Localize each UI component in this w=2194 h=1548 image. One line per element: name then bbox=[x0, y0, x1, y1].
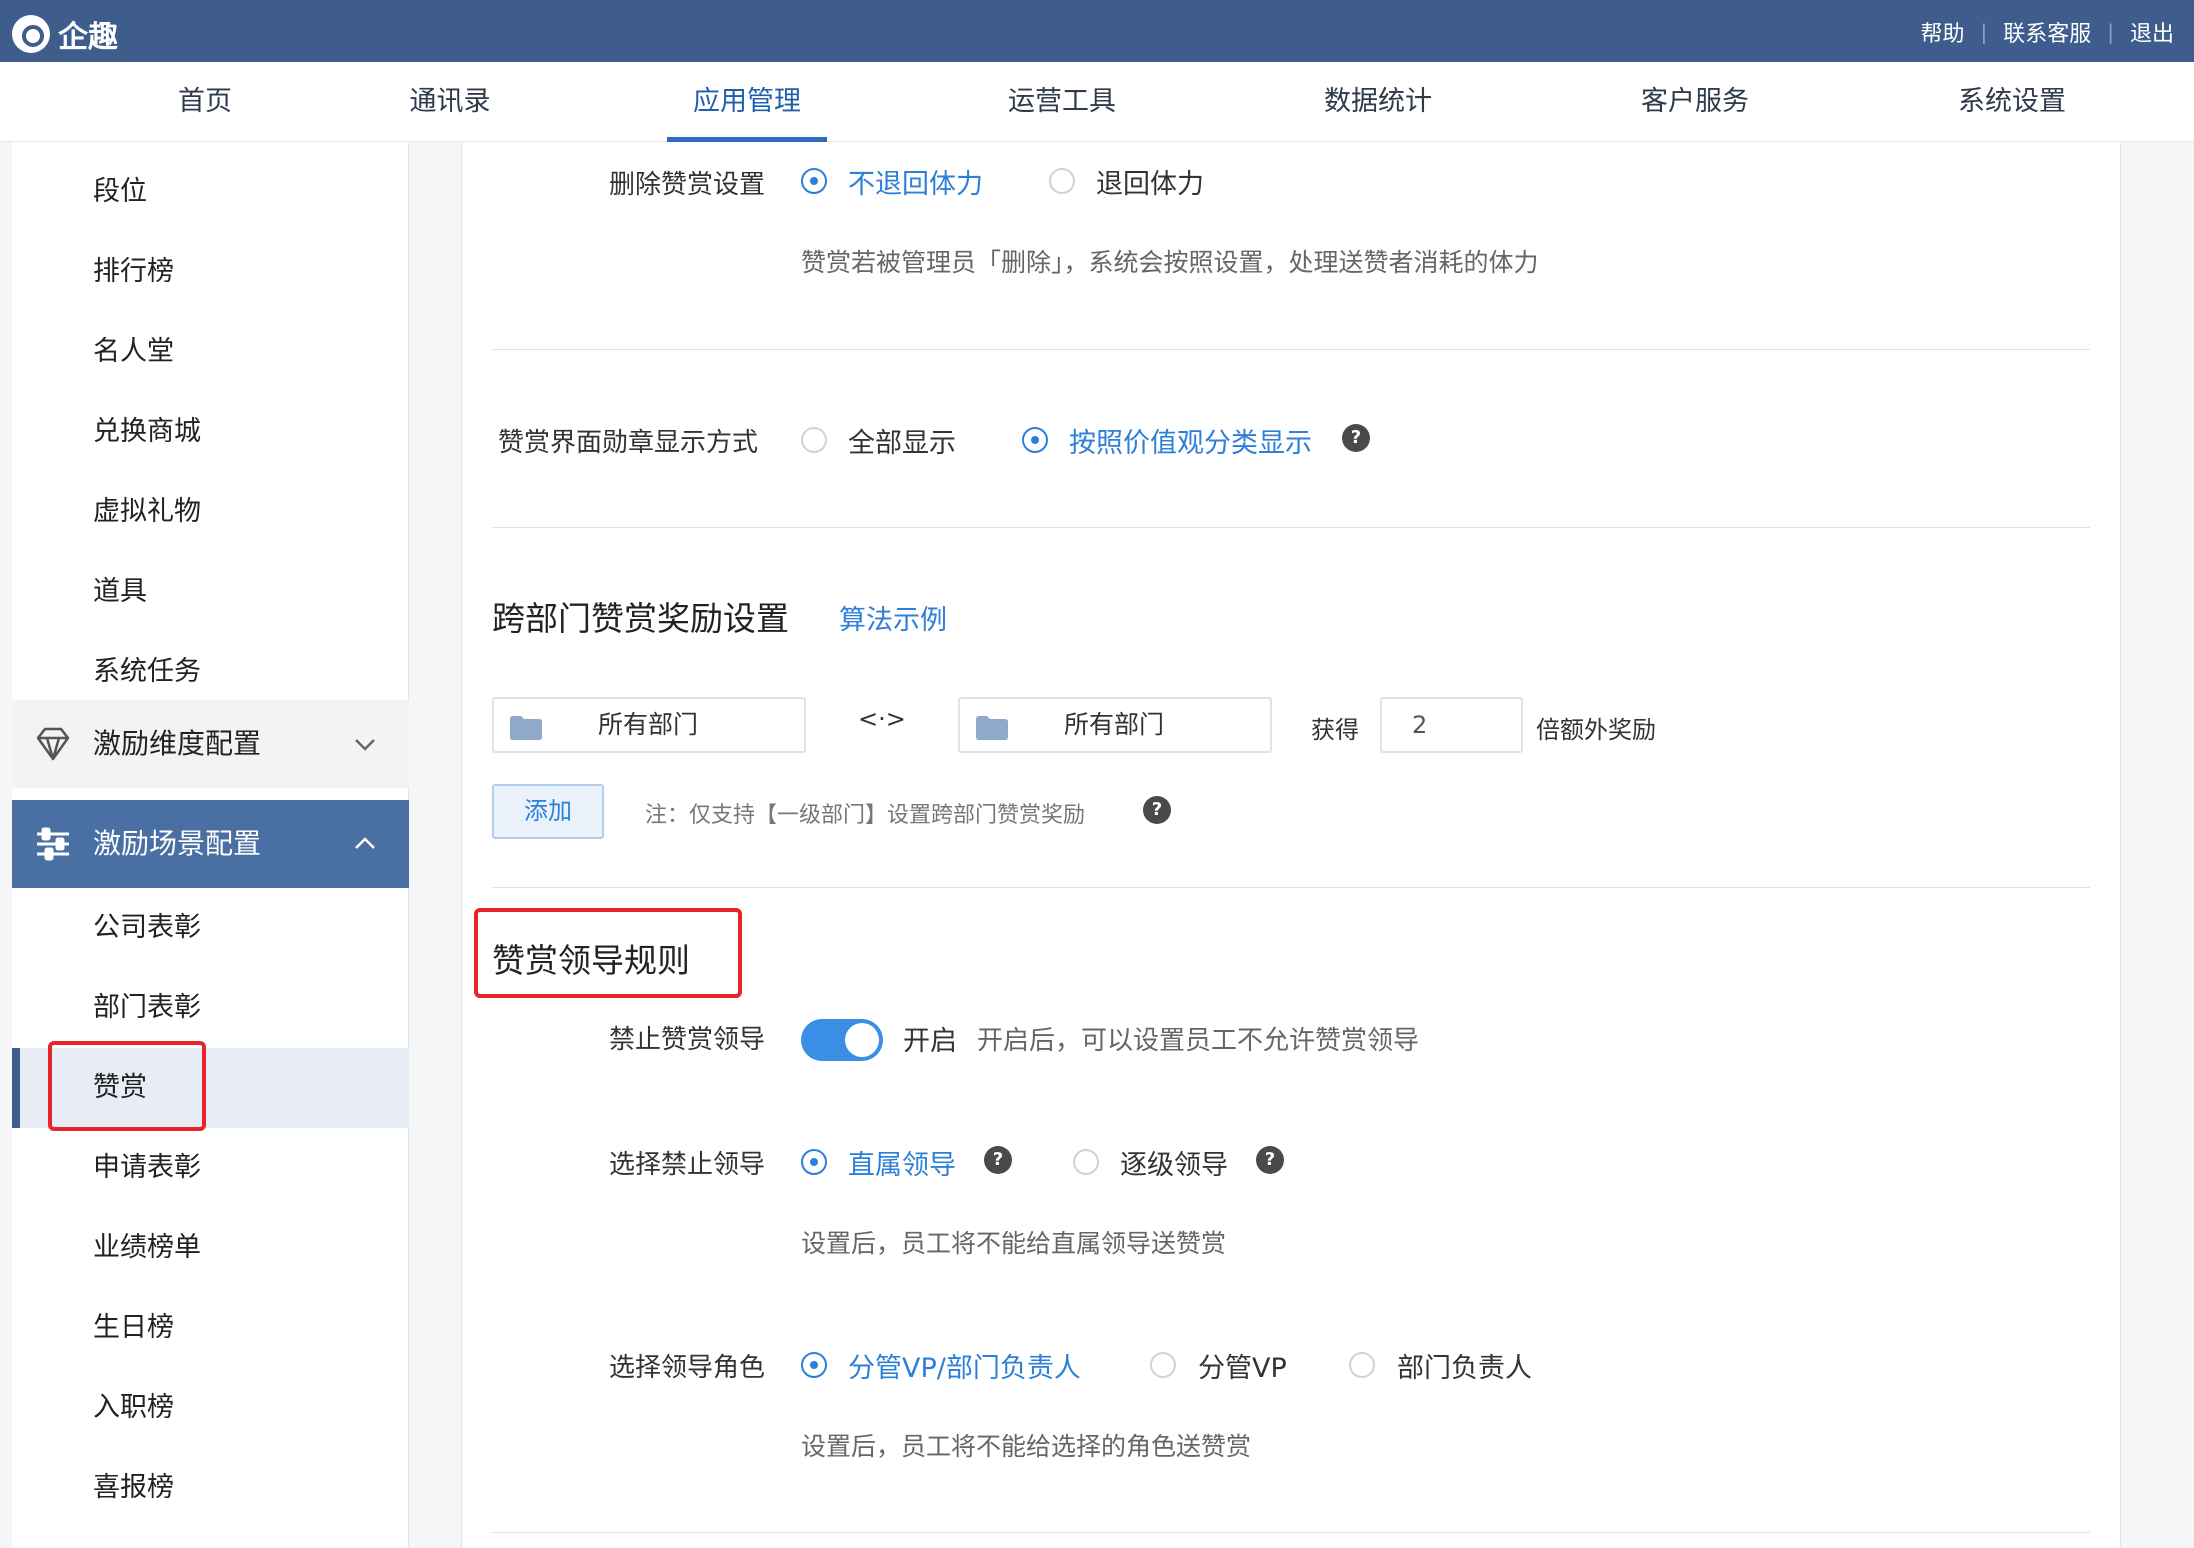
app-logo[interactable]: 企趣 bbox=[12, 12, 118, 56]
top-links: 帮助 | 联系客服 | 退出 bbox=[1920, 16, 2174, 48]
folder-icon bbox=[510, 716, 542, 740]
option-refund[interactable]: 退回体力 bbox=[1096, 162, 1204, 201]
nav-contacts[interactable]: 通讯录 bbox=[395, 62, 505, 142]
sidebar-item-leaderboard[interactable]: 排行榜 bbox=[12, 232, 409, 312]
contact-support-link[interactable]: 联系客服 bbox=[2003, 16, 2091, 48]
sidebar-item-good-news-list[interactable]: 喜报榜 bbox=[12, 1448, 409, 1528]
leader-hint: 设置后，员工将不能给直属领导送赞赏 bbox=[801, 1229, 1227, 1258]
option-hierarchical-leader[interactable]: 逐级领导 bbox=[1120, 1143, 1228, 1182]
logout-link[interactable]: 退出 bbox=[2130, 16, 2174, 48]
extra-reward-label: 倍额外奖励 bbox=[1536, 716, 1656, 744]
badge-display-label: 赞赏界面勋章显示方式 bbox=[498, 428, 759, 458]
sidebar-group-label: 激励场景配置 bbox=[93, 827, 262, 860]
chevron-down-icon bbox=[355, 739, 375, 751]
sidebar-item-dept-award[interactable]: 部门表彰 bbox=[12, 968, 409, 1048]
sidebar-item-onboard-list[interactable]: 入职榜 bbox=[12, 1368, 409, 1448]
forbid-leader-toggle[interactable] bbox=[801, 1019, 883, 1061]
nav-ops-tools[interactable]: 运营工具 bbox=[982, 62, 1142, 142]
radio-by-values[interactable] bbox=[1022, 427, 1048, 453]
get-label: 获得 bbox=[1311, 716, 1359, 744]
highlight-box bbox=[474, 908, 742, 998]
settings-panel: 删除赞赏设置 不退回体力 退回体力 赞赏若被管理员「删除」，系统会按照设置，处理… bbox=[461, 142, 2121, 1548]
nav-app-management[interactable]: 应用管理 bbox=[667, 62, 827, 142]
help-icon[interactable]: ? bbox=[984, 1146, 1012, 1174]
help-icon[interactable]: ? bbox=[1143, 796, 1171, 824]
from-dept-value: 所有部门 bbox=[598, 710, 699, 739]
logo-icon bbox=[12, 15, 50, 53]
sidebar-item-virtual-gifts[interactable]: 虚拟礼物 bbox=[12, 472, 409, 552]
sidebar-item-company-award[interactable]: 公司表彰 bbox=[12, 888, 409, 968]
divider bbox=[492, 349, 2090, 350]
sidebar-item-apply-award[interactable]: 申请表彰 bbox=[12, 1128, 409, 1208]
option-no-refund[interactable]: 不退回体力 bbox=[848, 162, 983, 201]
sidebar-group-incentive-dimension[interactable]: 激励维度配置 bbox=[12, 700, 409, 788]
algorithm-example-link[interactable]: 算法示例 bbox=[839, 598, 947, 637]
main-nav: 首页 通讯录 应用管理 运营工具 数据统计 客户服务 系统设置 bbox=[0, 62, 2194, 142]
radio-vp-or-head[interactable] bbox=[801, 1352, 827, 1378]
option-show-all[interactable]: 全部显示 bbox=[848, 421, 956, 460]
sidebar-item-hall-of-fame[interactable]: 名人堂 bbox=[12, 312, 409, 392]
radio-no-refund[interactable] bbox=[801, 168, 827, 194]
to-dept-value: 所有部门 bbox=[1064, 710, 1165, 739]
role-label: 选择领导角色 bbox=[609, 1353, 766, 1383]
sidebar-item-rank-tier[interactable]: 段位 bbox=[12, 152, 409, 232]
to-dept-select[interactable]: 所有部门 bbox=[958, 697, 1272, 753]
toggle-hint: 开启后，可以设置员工不允许赞赏领导 bbox=[977, 1026, 1420, 1056]
select-leader-label: 选择禁止领导 bbox=[609, 1150, 766, 1180]
forbid-leader-label: 禁止赞赏领导 bbox=[609, 1025, 766, 1055]
sidebar-item-birthday-list[interactable]: 生日榜 bbox=[12, 1288, 409, 1368]
radio-vp[interactable] bbox=[1150, 1352, 1176, 1378]
sidebar: 段位 排行榜 名人堂 兑换商城 虚拟礼物 道具 系统任务 激励维度配置 激励场景… bbox=[12, 142, 409, 1548]
link-separator: | bbox=[2107, 20, 2114, 44]
scroll-area[interactable] bbox=[2148, 142, 2194, 1548]
radio-show-all[interactable] bbox=[801, 427, 827, 453]
link-separator: | bbox=[1980, 20, 1988, 44]
nav-home[interactable]: 首页 bbox=[150, 62, 260, 142]
role-hint: 设置后，员工将不能给选择的角色送赞赏 bbox=[801, 1432, 1252, 1461]
radio-refund[interactable] bbox=[1049, 168, 1075, 194]
radio-dept-head[interactable] bbox=[1349, 1352, 1375, 1378]
bidirectional-arrow-icon: <·> bbox=[858, 705, 906, 733]
add-button[interactable]: 添加 bbox=[492, 784, 604, 839]
option-dept-head[interactable]: 部门负责人 bbox=[1397, 1346, 1532, 1385]
multiplier-input[interactable]: 2 bbox=[1380, 697, 1523, 753]
sidebar-item-props[interactable]: 道具 bbox=[12, 552, 409, 632]
logo-text: 企趣 bbox=[58, 20, 118, 55]
divider bbox=[492, 887, 2090, 888]
cross-dept-title: 跨部门赞赏奖励设置 bbox=[492, 599, 789, 638]
delete-setting-label: 删除赞赏设置 bbox=[609, 170, 766, 200]
divider bbox=[492, 527, 2090, 528]
from-dept-select[interactable]: 所有部门 bbox=[492, 697, 806, 753]
option-by-values[interactable]: 按照价值观分类显示 bbox=[1069, 421, 1312, 460]
chevron-up-icon bbox=[355, 837, 375, 849]
nav-statistics[interactable]: 数据统计 bbox=[1298, 62, 1458, 142]
sidebar-group-label: 激励维度配置 bbox=[93, 727, 262, 760]
delete-setting-hint: 赞赏若被管理员「删除」，系统会按照设置，处理送赞者消耗的体力 bbox=[801, 248, 1539, 277]
option-direct-leader[interactable]: 直属领导 bbox=[848, 1143, 956, 1182]
sliders-icon bbox=[37, 827, 69, 861]
sidebar-group-incentive-scene[interactable]: 激励场景配置 bbox=[12, 800, 409, 888]
radio-direct-leader[interactable] bbox=[801, 1149, 827, 1175]
divider bbox=[492, 1532, 2090, 1533]
help-icon[interactable]: ? bbox=[1256, 1146, 1284, 1174]
diamond-icon bbox=[36, 727, 70, 761]
folder-icon bbox=[976, 716, 1008, 740]
nav-system-settings[interactable]: 系统设置 bbox=[1932, 62, 2092, 142]
nav-customer-service[interactable]: 客户服务 bbox=[1615, 62, 1775, 142]
highlight-box bbox=[48, 1041, 206, 1131]
top-bar: 企趣 帮助 | 联系客服 | 退出 bbox=[0, 0, 2194, 62]
option-vp-or-head[interactable]: 分管VP/部门负责人 bbox=[848, 1346, 1081, 1385]
sidebar-item-performance-list[interactable]: 业绩榜单 bbox=[12, 1208, 409, 1288]
radio-hierarchical-leader[interactable] bbox=[1073, 1149, 1099, 1175]
cross-dept-note: 注：仅支持【一级部门】设置跨部门赞赏奖励 bbox=[645, 803, 1086, 828]
help-icon[interactable]: ? bbox=[1342, 424, 1370, 452]
help-link[interactable]: 帮助 bbox=[1920, 16, 1964, 48]
option-vp[interactable]: 分管VP bbox=[1198, 1346, 1287, 1385]
toggle-state-text: 开启 bbox=[903, 1026, 957, 1057]
sidebar-item-redeem-mall[interactable]: 兑换商城 bbox=[12, 392, 409, 472]
